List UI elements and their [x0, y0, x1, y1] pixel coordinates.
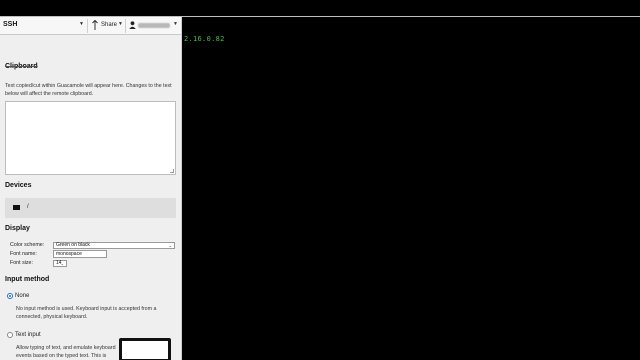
input-method-none-radio[interactable]	[7, 293, 13, 299]
font-name-input[interactable]: monospace	[53, 250, 107, 258]
chevron-down-icon: ⌄	[60, 261, 64, 266]
top-bar	[0, 0, 640, 16]
menu-separator	[125, 19, 126, 33]
devices-heading: Devices	[5, 182, 32, 189]
clipboard-description: Text copied/cut within Guacamole will ap…	[5, 83, 172, 97]
terminal-display[interactable]: 2.16.0.82	[182, 17, 640, 360]
device-item-drive[interactable]: /	[5, 198, 176, 218]
menu-content: Clipboard Text copied/cut within Guacamo…	[0, 35, 181, 360]
menu-separator	[87, 19, 88, 33]
clipboard-heading: Clipboard	[5, 63, 38, 70]
share-button[interactable]: Share	[101, 22, 117, 28]
guacamole-menu-sidebar: SSH ▼ Share ▼ ▼ Clipboard Text copied/cu…	[0, 17, 182, 360]
drive-path: /	[27, 204, 29, 210]
font-size-label: Font size:	[10, 260, 33, 266]
font-size-select[interactable]: 14 ⌄	[53, 260, 67, 267]
display-heading: Display	[5, 225, 30, 232]
resize-handle[interactable]	[170, 169, 174, 173]
font-name-value: monospace	[56, 251, 82, 257]
font-name-label: Font name:	[10, 251, 37, 257]
chevron-down-icon: ⌄	[168, 243, 172, 248]
color-scheme-value: Green on black	[56, 242, 90, 248]
input-method-text-radio[interactable]	[7, 332, 13, 338]
terminal-output-line: 2.16.0.82	[184, 35, 225, 43]
share-icon[interactable]	[92, 20, 98, 30]
username-redacted[interactable]	[138, 23, 170, 28]
connection-title[interactable]: SSH	[3, 21, 17, 28]
input-method-text-label[interactable]: Text input	[15, 332, 41, 338]
chevron-down-icon[interactable]: ▼	[118, 21, 123, 27]
color-scheme-select[interactable]: Green on black ⌄	[53, 242, 175, 249]
user-icon[interactable]	[129, 21, 136, 29]
color-scheme-label: Color scheme:	[10, 242, 45, 248]
chevron-down-icon[interactable]: ▼	[79, 21, 84, 27]
input-method-none-label[interactable]: None	[15, 293, 29, 299]
clipboard-textarea[interactable]	[5, 101, 176, 175]
input-method-none-description: No input method is used. Keyboard input …	[16, 306, 157, 320]
input-method-heading: Input method	[5, 276, 50, 283]
menu-header: SSH ▼ Share ▼ ▼	[0, 17, 181, 35]
overlay-box	[119, 338, 171, 360]
drive-icon	[13, 205, 20, 210]
input-method-text-description: Allow typing of text, and emulate keyboa…	[16, 345, 116, 359]
chevron-down-icon[interactable]: ▼	[173, 21, 178, 27]
